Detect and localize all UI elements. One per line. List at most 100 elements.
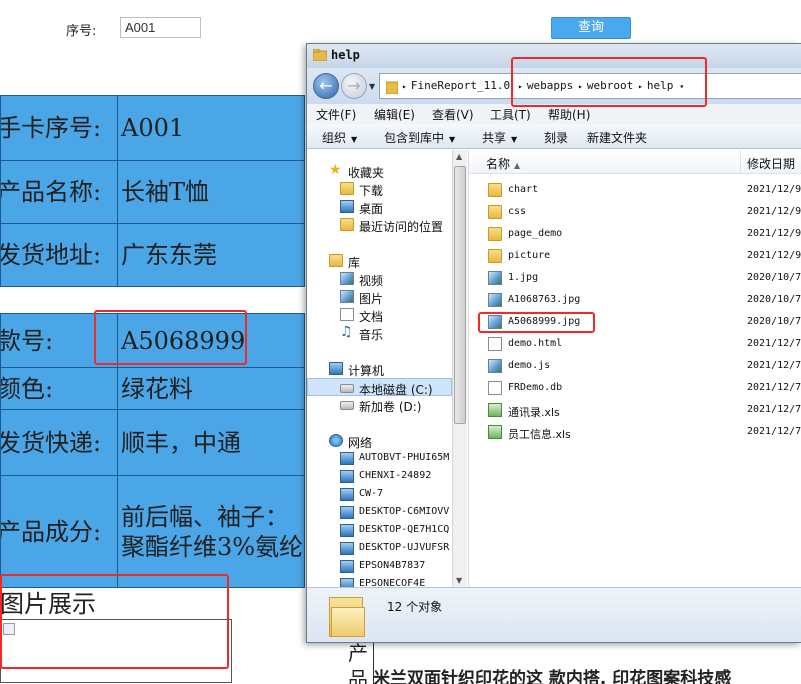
menu-help[interactable]: 帮助(H)	[548, 106, 590, 123]
file-row[interactable]: demo.html 2021/12/7	[469, 334, 801, 356]
report-table-detail: 款号: A5068999 颜色: 绿花料 发货快递: 顺丰，中通 产品成分: 前…	[0, 313, 305, 588]
nav-item-videos[interactable]: 视频	[307, 270, 452, 288]
navigation-pane[interactable]: ★ 收藏夹 下载 桌面 最近访问的位置 库 视频 图片 文档 ♫ 音乐 计算机 本地…	[307, 150, 452, 587]
include-in-library-button[interactable]: 包含到库中 ▼	[384, 129, 455, 146]
file-row[interactable]: FRDemo.db 2021/12/7	[469, 378, 801, 400]
explorer-window[interactable]: help ← → ▼ ▸ FineReport_11.0 ▸ webapps ▸ we…	[306, 43, 801, 643]
menu-file[interactable]: 文件(F)	[316, 106, 356, 123]
breadcrumb-item[interactable]: ▸ webapps	[518, 79, 573, 92]
chevron-down-icon: ▼	[449, 135, 456, 144]
nav-computer[interactable]: 计算机	[307, 360, 452, 378]
folder-icon	[386, 81, 398, 94]
drive-icon	[340, 401, 354, 410]
nav-item-desktop[interactable]: 桌面	[307, 198, 452, 216]
menu-edit[interactable]: 编辑(E)	[374, 106, 415, 123]
file-row[interactable]: A5068999.jpg 2020/10/7	[469, 312, 801, 334]
file-row[interactable]: css 2021/12/9	[469, 202, 801, 224]
scrollbar-thumb[interactable]	[454, 166, 466, 424]
video-icon	[340, 272, 354, 285]
database-file-icon	[488, 381, 502, 395]
computer-icon	[340, 452, 354, 465]
table-row: 款号: A5068999	[0, 313, 305, 368]
breadcrumb-item[interactable]: ▸ FineReport_11.0	[402, 79, 510, 92]
computer-icon	[340, 560, 354, 573]
file-row[interactable]: chart 2021/12/9	[469, 180, 801, 202]
library-icon	[329, 254, 343, 267]
excel-file-icon	[488, 403, 502, 417]
scroll-up-icon[interactable]: ▲	[456, 152, 462, 161]
chevron-down-icon: ▾	[679, 82, 685, 91]
window-titlebar[interactable]: help	[307, 44, 801, 68]
nav-network[interactable]: 网络	[307, 432, 452, 450]
file-row[interactable]: demo.js 2021/12/7	[469, 356, 801, 378]
nav-item-host[interactable]: EPSON4B7837	[307, 558, 452, 576]
file-row[interactable]: A1068763.jpg 2020/10/7	[469, 290, 801, 312]
nav-item-host[interactable]: CW-7	[307, 486, 452, 504]
nav-item-host[interactable]: DESKTOP-QE7H1CQ	[307, 522, 452, 540]
row-label: 发货快递:	[0, 428, 102, 457]
folder-icon	[488, 227, 502, 241]
sort-up-icon: ▲	[514, 161, 521, 170]
column-header-name[interactable]: 名称 ▲	[469, 150, 741, 174]
history-dropdown-icon[interactable]: ▼	[369, 82, 375, 91]
nav-item-host[interactable]: EPSONECOF4E	[307, 576, 452, 587]
nav-item-recent[interactable]: 最近访问的位置	[307, 216, 452, 234]
nav-item-music[interactable]: ♫ 音乐	[307, 324, 452, 342]
table-row: 发货地址: 广东东莞	[0, 223, 305, 287]
product-description: 米兰双面针织印花的这 款内搭, 印花图案科技感	[373, 669, 732, 684]
file-row[interactable]: picture 2021/12/9	[469, 246, 801, 268]
nav-item-documents[interactable]: 文档	[307, 306, 452, 324]
nav-item-host[interactable]: DESKTOP-UJVUFSR	[307, 540, 452, 558]
nav-item-drive-d[interactable]: 新加卷 (D:)	[307, 396, 452, 414]
forward-button[interactable]: →	[341, 73, 367, 99]
burn-button[interactable]: 刻录	[544, 129, 568, 146]
serial-input[interactable]	[120, 17, 201, 38]
file-row[interactable]: 通讯录.xls 2021/12/7	[469, 400, 801, 422]
chevron-down-icon: ▼	[511, 135, 518, 144]
file-row[interactable]: 员工信息.xls 2021/12/7	[469, 422, 801, 444]
nav-item-host[interactable]: AUTOBVT-PHUI65M	[307, 450, 452, 468]
file-row[interactable]: page_demo 2021/12/9	[469, 224, 801, 246]
nav-item-drive-c[interactable]: 本地磁盘 (C:)	[307, 378, 452, 397]
menu-view[interactable]: 查看(V)	[432, 106, 474, 123]
file-list[interactable]: 名称 ▲ 修改日期 chart 2021/12/9 css 2021/12/9 pag…	[468, 150, 801, 587]
address-field[interactable]: ▸ FineReport_11.0 ▸ webapps ▸ webroot ▸ help…	[379, 73, 801, 99]
share-button[interactable]: 共享 ▼	[482, 129, 517, 146]
nav-item-pictures[interactable]: 图片	[307, 288, 452, 306]
js-file-icon	[488, 359, 502, 373]
nav-libraries[interactable]: 库	[307, 252, 452, 270]
query-button[interactable]: 查询	[551, 17, 631, 39]
folder-icon	[313, 49, 327, 61]
column-header-date[interactable]: 修改日期	[741, 150, 801, 174]
nav-scrollbar[interactable]: ▲ ▼	[452, 150, 467, 587]
back-button[interactable]: ←	[313, 73, 339, 99]
computer-icon	[340, 542, 354, 555]
nav-favorites[interactable]: ★ 收藏夹	[307, 162, 452, 180]
chevron-right-icon: ▸	[402, 82, 407, 91]
scroll-down-icon[interactable]: ▼	[456, 576, 462, 585]
file-row[interactable]: 1.jpg 2020/10/7	[469, 268, 801, 290]
table-row: 发货快递: 顺丰，中通	[0, 409, 305, 476]
nav-item-host[interactable]: DESKTOP-C6MIOVV	[307, 504, 452, 522]
nav-item-host[interactable]: CHENXI-24892	[307, 468, 452, 486]
row-label: 发货地址:	[0, 241, 102, 269]
chevron-right-icon: ▸	[638, 82, 643, 91]
breadcrumb-item[interactable]: ▸ help ▾	[638, 79, 688, 92]
download-folder-icon	[340, 182, 354, 195]
chevron-down-icon: ▼	[351, 135, 358, 144]
computer-icon	[340, 470, 354, 483]
row-label: 手卡序号:	[0, 114, 102, 142]
nav-item-downloads[interactable]: 下载	[307, 180, 452, 198]
network-icon	[329, 434, 343, 447]
menu-tools[interactable]: 工具(T)	[490, 106, 531, 123]
row-value: 前后幅、袖子：聚酯纤维3%氨纶	[117, 475, 305, 588]
organize-button[interactable]: 组织 ▼	[322, 129, 357, 146]
table-row: 颜色: 绿花料	[0, 367, 305, 410]
drive-icon	[340, 384, 354, 393]
computer-icon	[340, 488, 354, 501]
row-label: 颜色:	[0, 374, 54, 403]
image-file-icon	[488, 293, 502, 307]
music-icon: ♫	[340, 324, 353, 340]
new-folder-button[interactable]: 新建文件夹	[587, 129, 647, 146]
breadcrumb-item[interactable]: ▸ webroot	[578, 79, 633, 92]
